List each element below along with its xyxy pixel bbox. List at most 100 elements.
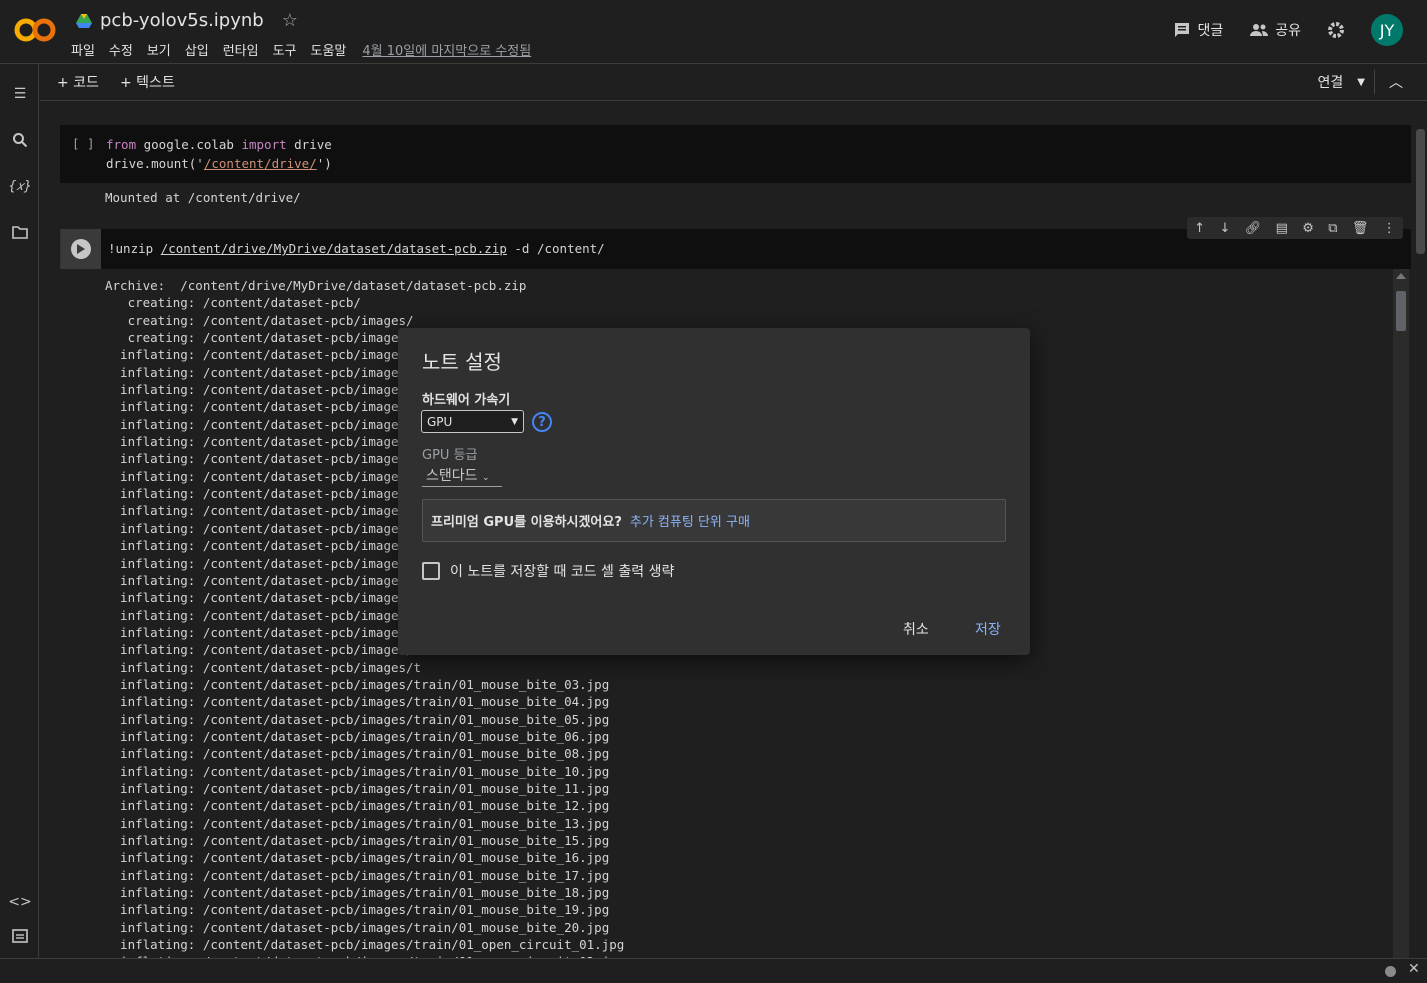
drive-icon[interactable]: [76, 13, 92, 28]
delete-icon[interactable]: 🗑︎: [1352, 221, 1369, 236]
share-button[interactable]: 공유: [1249, 20, 1301, 40]
output-line: inflating: /content/dataset-pcb/images/t…: [105, 711, 610, 727]
more-icon[interactable]: ⋮: [1383, 221, 1396, 236]
buy-compute-units-link[interactable]: 추가 컴퓨팅 단위 구매: [630, 515, 750, 530]
left-sidebar: ☰ {𝑥} <>: [0, 64, 39, 958]
output-line: inflating: /content/dataset-pcb/images/t: [105, 659, 422, 675]
output-line: inflating: /content/dataset-pcb/images/t…: [105, 815, 610, 831]
output-line: inflating: /content/dataset-pcb/images/t…: [105, 798, 610, 814]
output-line: inflating: /content/dataset-pcb/images/t…: [105, 937, 625, 953]
avatar[interactable]: JY: [1371, 14, 1403, 46]
notebook-toolbar: + 코드 + 텍스트 연결 ▼ ︿: [40, 64, 1427, 101]
code-path-link[interactable]: /content/drive/MyDrive/dataset/dataset-p…: [161, 241, 507, 256]
star-icon[interactable]: ☆: [282, 10, 298, 31]
output-line: creating: /content/dataset-pcb/images/: [105, 312, 414, 328]
hardware-accelerator-label: 하드웨어 가속기: [422, 393, 511, 408]
output-line: inflating: /content/dataset-pcb/images/t…: [105, 833, 610, 848]
cell-code[interactable]: from google.colab import drive drive.mou…: [106, 135, 332, 173]
menu-help[interactable]: 도움말: [311, 40, 347, 59]
omit-output-checkbox[interactable]: [422, 562, 440, 580]
hardware-accelerator-select[interactable]: GPU ▼: [421, 410, 524, 433]
add-code-button[interactable]: + 코드: [57, 72, 99, 92]
app-header: pcb-yolov5s.ipynb ☆ 파일 수정 보기 삽입 런타임 도구 도…: [0, 0, 1427, 64]
dialog-title: 노트 설정: [422, 350, 502, 374]
menu-view[interactable]: 보기: [147, 40, 171, 59]
status-bar: ✕: [0, 958, 1427, 983]
scroll-up-arrow-icon[interactable]: [1396, 273, 1406, 279]
output-line: Archive: /content/drive/MyDrive/dataset/…: [105, 278, 527, 293]
menu-bar: 파일 수정 보기 삽입 런타임 도구 도움말 4월 10일에 마지막으로 수정됨: [71, 40, 545, 59]
cell-toolbar: ↑ ↓ 🔗︎ ▤ ⚙︎ ⧉ 🗑︎ ⋮: [1187, 217, 1403, 239]
output-line: inflating: /content/dataset-pcb/images/t…: [105, 867, 610, 883]
comment-icon: [1175, 23, 1190, 37]
code-text: !unzip: [108, 241, 161, 256]
run-indicator[interactable]: [ ]: [72, 136, 95, 151]
add-text-button[interactable]: + 텍스트: [120, 72, 175, 92]
notebook-scrollbar[interactable]: [1414, 101, 1427, 958]
output-scrollbar[interactable]: [1393, 269, 1409, 958]
premium-gpu-banner: 프리미엄 GPU를 이용하시겠어요? 추가 컴퓨팅 단위 구매: [422, 499, 1006, 542]
menu-file[interactable]: 파일: [71, 40, 95, 59]
output-line: inflating: /content/dataset-pcb/images/t…: [105, 885, 610, 901]
code-snippets-icon[interactable]: <>: [8, 892, 31, 912]
omit-output-option[interactable]: 이 노트를 저장할 때 코드 셀 출력 생략: [422, 561, 674, 581]
select-value: GPU: [427, 414, 453, 429]
scrollbar-thumb[interactable]: [1416, 129, 1425, 254]
toolbar-divider: [1374, 70, 1375, 94]
search-icon[interactable]: [10, 130, 30, 150]
output-line: inflating: /content/dataset-pcb/images/t…: [105, 746, 610, 762]
code-text: drive.mount(': [106, 156, 204, 171]
code-cell-1[interactable]: [ ] from google.colab import drive drive…: [60, 125, 1411, 183]
code-text: -d /content/: [506, 241, 605, 256]
code-text: google.colab: [136, 137, 242, 152]
string-literal[interactable]: /content/drive/: [204, 156, 317, 171]
variables-icon[interactable]: {𝑥}: [8, 176, 32, 196]
code-text: '): [316, 156, 332, 171]
gear-icon[interactable]: ⚙︎: [1302, 221, 1314, 236]
scrollbar-thumb[interactable]: [1396, 291, 1406, 331]
gear-icon: [1328, 22, 1344, 38]
cell-code[interactable]: !unzip /content/drive/MyDrive/dataset/da…: [108, 241, 605, 256]
link-icon[interactable]: 🔗︎: [1245, 221, 1262, 236]
chevron-up-icon[interactable]: ︿: [1389, 72, 1403, 92]
last-edit-link[interactable]: 4월 10일에 마지막으로 수정됨: [362, 40, 531, 59]
cell-output-1: Mounted at /content/drive/: [105, 190, 301, 205]
comment-button[interactable]: 댓글: [1173, 20, 1223, 40]
connect-button[interactable]: 연결 ▼: [1318, 72, 1365, 92]
comment-icon[interactable]: ▤: [1276, 221, 1288, 236]
chevron-down-icon: ⌄: [481, 473, 490, 483]
move-down-icon[interactable]: ↓: [1219, 221, 1230, 236]
colab-logo[interactable]: [14, 16, 56, 44]
save-button[interactable]: 저장: [975, 619, 1001, 639]
toc-icon[interactable]: ☰: [10, 84, 30, 104]
chevron-down-icon: ▼: [511, 416, 518, 427]
menu-insert[interactable]: 삽입: [185, 40, 209, 59]
move-up-icon[interactable]: ↑: [1194, 221, 1205, 236]
cancel-button[interactable]: 취소: [903, 619, 929, 639]
output-line: inflating: /content/dataset-pcb/images/t…: [105, 850, 610, 866]
output-line: inflating: /content/dataset-pcb/images/t…: [105, 728, 610, 744]
folder-icon[interactable]: [10, 222, 30, 242]
menu-tools[interactable]: 도구: [273, 40, 297, 59]
gpu-class-select[interactable]: 스탠다드 ⌄: [422, 465, 502, 487]
output-line: inflating: /content/dataset-pcb/images/t…: [105, 694, 610, 710]
status-dot-icon[interactable]: [1385, 966, 1396, 977]
gpu-class-label: GPU 등급: [422, 448, 478, 463]
terminal-icon[interactable]: [10, 926, 30, 946]
menu-runtime[interactable]: 런타임: [223, 40, 259, 59]
keyword: from: [106, 137, 137, 152]
close-icon[interactable]: ✕: [1408, 961, 1420, 977]
mirror-cell-icon[interactable]: ⧉: [1328, 221, 1337, 236]
notebook-title[interactable]: pcb-yolov5s.ipynb: [100, 10, 264, 31]
menu-edit[interactable]: 수정: [109, 40, 133, 59]
output-line: inflating: /content/dataset-pcb/images/t…: [105, 780, 610, 796]
output-line: inflating: /content/dataset-pcb/images/t…: [105, 763, 610, 779]
chevron-down-icon: ▼: [1357, 76, 1365, 88]
comment-label: 댓글: [1197, 23, 1224, 39]
keyword: import: [241, 137, 287, 152]
settings-button[interactable]: [1327, 21, 1345, 39]
help-icon[interactable]: ?: [532, 412, 552, 432]
omit-output-label: 이 노트를 저장할 때 코드 셀 출력 생략: [450, 564, 675, 580]
promo-text: 프리미엄 GPU를 이용하시겠어요?: [431, 515, 622, 530]
run-cell-button[interactable]: [61, 229, 101, 269]
